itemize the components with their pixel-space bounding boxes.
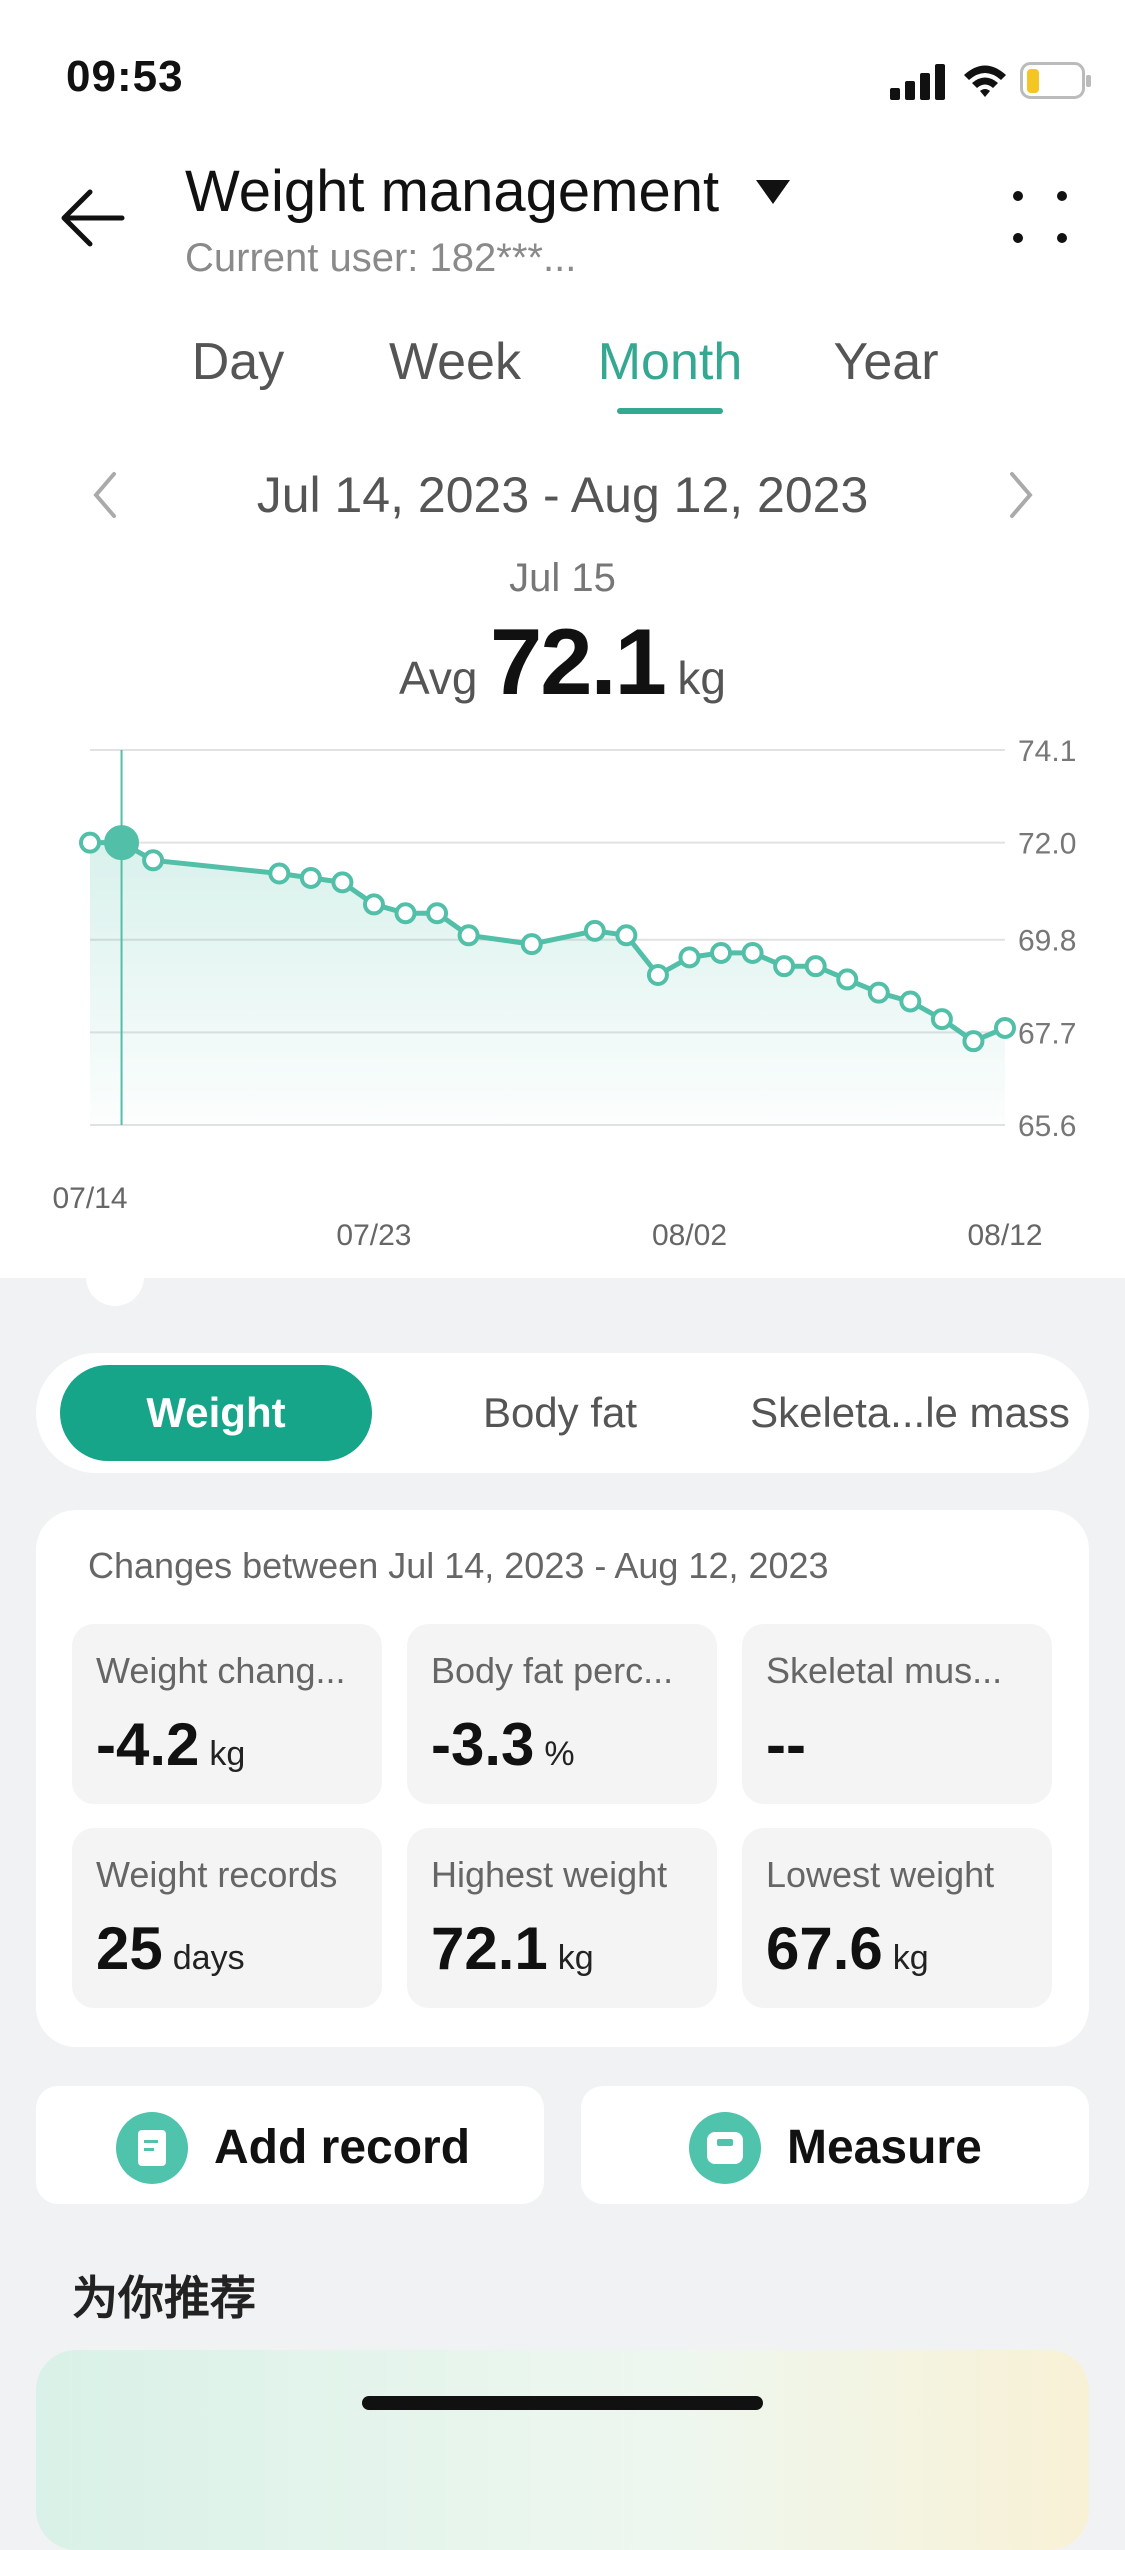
- tab-active-indicator: [617, 408, 723, 414]
- current-user-label: Current user: 182***...: [185, 236, 577, 280]
- add-record-label: Add record: [214, 2121, 471, 2174]
- x-tick-label: 07/23: [336, 1219, 411, 1252]
- stat-skeletal-muscle-change: Skeletal mus... --: [742, 1624, 1052, 1804]
- add-record-button[interactable]: Add record: [36, 2086, 544, 2204]
- data-point[interactable]: [836, 968, 859, 991]
- y-tick-label: 67.7: [1018, 1017, 1076, 1050]
- scale-icon: [689, 2112, 761, 2184]
- data-point[interactable]: [646, 964, 669, 986]
- metric-tab-body-fat[interactable]: Body fat: [430, 1365, 690, 1461]
- stat-body-fat-change: Body fat perc... -3.3%: [407, 1624, 717, 1804]
- data-point[interactable]: [520, 933, 543, 956]
- home-indicator[interactable]: [362, 2396, 763, 2410]
- stat-value: --: [766, 1711, 806, 1778]
- data-point[interactable]: [867, 981, 890, 1004]
- x-tick-label: 07/14: [52, 1182, 127, 1215]
- stat-label: Lowest weight: [766, 1854, 995, 1895]
- stat-weight-change: Weight chang... -4.2 kg: [72, 1624, 382, 1804]
- data-point[interactable]: [457, 924, 480, 947]
- dropdown-caret-icon[interactable]: [754, 178, 792, 206]
- data-point[interactable]: [930, 1008, 953, 1031]
- date-range: Jul 14, 2023 - Aug 12, 2023: [256, 467, 869, 523]
- stat-unit: kg: [209, 1735, 246, 1773]
- stat-value: 72.1: [431, 1915, 548, 1982]
- battery-icon: [1020, 62, 1091, 99]
- data-point[interactable]: [362, 893, 385, 916]
- data-point[interactable]: [583, 919, 606, 942]
- y-tick-label: 69.8: [1018, 925, 1076, 958]
- tab-month[interactable]: Month: [570, 332, 770, 392]
- data-point[interactable]: [615, 924, 638, 947]
- metric-tab-skeletal-muscle[interactable]: Skeleta...le mass: [740, 1365, 1080, 1461]
- data-point[interactable]: [710, 941, 733, 964]
- stat-weight-records: Weight records 25 days: [72, 1828, 382, 2008]
- tab-week[interactable]: Week: [355, 332, 555, 392]
- back-arrow-icon[interactable]: [56, 182, 128, 254]
- measure-label: Measure: [787, 2121, 982, 2174]
- weight-chart[interactable]: 74.1 72.0 69.8 67.7 65.6 07/14 07/23 08/02 08/1…: [0, 700, 1125, 1260]
- status-time: 09:53: [66, 52, 184, 101]
- avg-value: 72.1: [489, 609, 667, 714]
- data-point[interactable]: [962, 1030, 985, 1053]
- more-options-icon[interactable]: [1010, 188, 1070, 248]
- data-point[interactable]: [79, 831, 101, 854]
- chart-area-fill: [90, 842, 1005, 1125]
- stat-label: Body fat perc...: [431, 1650, 674, 1691]
- stat-label: Weight records: [96, 1854, 338, 1895]
- changes-title: Changes between Jul 14, 2023 - Aug 12, 2…: [88, 1545, 829, 1586]
- avg-label: Avg: [399, 652, 478, 704]
- x-tick-label: 08/12: [967, 1219, 1042, 1252]
- tab-day[interactable]: Day: [138, 332, 338, 392]
- stat-highest-weight: Highest weight 72.1 kg: [407, 1828, 717, 2008]
- y-tick-label: 74.1: [1018, 735, 1076, 768]
- stat-unit: kg: [557, 1939, 594, 1977]
- next-period-icon[interactable]: [1002, 470, 1038, 520]
- y-tick-label: 72.0: [1018, 828, 1076, 861]
- page-title[interactable]: Weight management: [185, 158, 719, 225]
- stat-label: Skeletal mus...: [766, 1650, 1003, 1691]
- stat-value: 67.6: [766, 1915, 883, 1982]
- data-point[interactable]: [773, 955, 796, 978]
- avg-unit: kg: [677, 652, 726, 704]
- stat-unit: kg: [892, 1939, 929, 1977]
- stat-value: -3.3: [431, 1711, 535, 1778]
- data-point[interactable]: [994, 1016, 1016, 1039]
- selected-data-point[interactable]: [104, 825, 140, 861]
- data-point[interactable]: [741, 941, 764, 964]
- recommend-card[interactable]: [36, 2350, 1089, 2550]
- stat-value: 25: [96, 1915, 163, 1982]
- data-point[interactable]: [331, 871, 354, 894]
- data-point[interactable]: [142, 849, 165, 872]
- x-tick-label: 08/02: [652, 1219, 727, 1252]
- data-point[interactable]: [394, 902, 417, 925]
- stat-label: Highest weight: [431, 1854, 668, 1895]
- signal-icon: [890, 64, 945, 100]
- data-point[interactable]: [899, 990, 922, 1013]
- metric-tab-weight[interactable]: Weight: [60, 1365, 372, 1461]
- note-icon: [116, 2112, 188, 2184]
- data-point[interactable]: [804, 955, 827, 978]
- wifi-icon: [964, 65, 1006, 97]
- tab-year[interactable]: Year: [786, 332, 986, 392]
- stat-value: -4.2: [96, 1711, 200, 1778]
- data-point[interactable]: [299, 866, 322, 889]
- data-point[interactable]: [426, 902, 449, 925]
- timeline-knob[interactable]: [86, 1248, 144, 1306]
- data-point[interactable]: [268, 862, 291, 885]
- stat-lowest-weight: Lowest weight 67.6 kg: [742, 1828, 1052, 2008]
- stat-label: Weight chang...: [96, 1650, 346, 1691]
- stat-unit: days: [172, 1939, 245, 1977]
- y-tick-label: 65.6: [1018, 1110, 1076, 1143]
- recommend-title: 为你推荐: [72, 2272, 256, 2324]
- selected-date: Jul 15: [509, 556, 616, 600]
- stat-unit: %: [544, 1735, 575, 1773]
- measure-button[interactable]: Measure: [581, 2086, 1089, 2204]
- data-point[interactable]: [678, 946, 701, 969]
